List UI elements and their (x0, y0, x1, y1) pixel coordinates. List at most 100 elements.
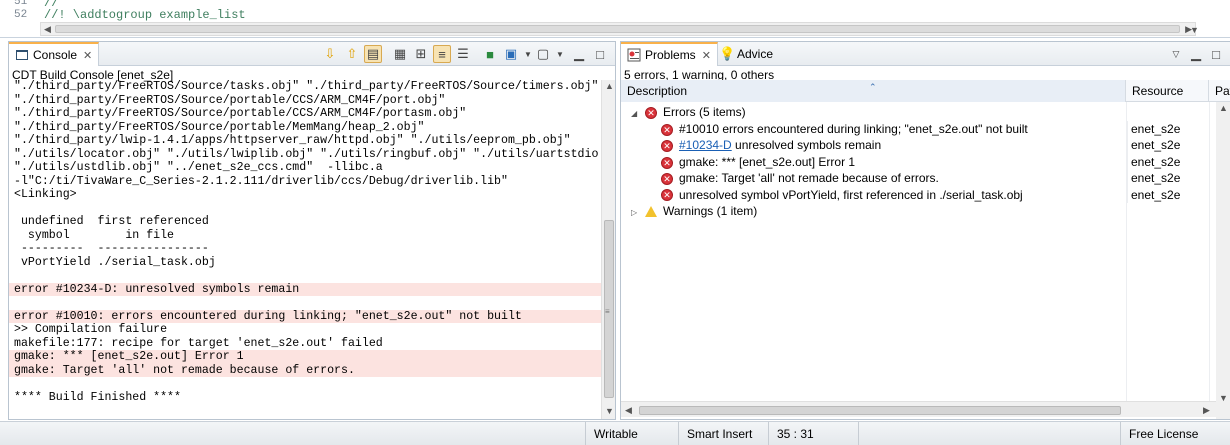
open-console-icon[interactable]: ▢ (534, 45, 552, 63)
maximize-icon[interactable]: □ (1207, 45, 1225, 63)
status-bar: Writable Smart Insert 35 : 31 Free Licen… (0, 421, 1230, 445)
problem-row[interactable]: ✕ unresolved symbol vPortYield, first ref… (621, 186, 1230, 204)
problem-row[interactable]: ✕ #10010 errors encountered during linkin… (621, 121, 1230, 138)
pin-console-icon[interactable]: ☰ (454, 45, 472, 63)
console-vertical-scrollbar[interactable]: ▲ ≡ ▼ (601, 80, 615, 419)
scroll-thumb[interactable] (639, 406, 1121, 415)
problem-row[interactable]: ✕ gmake: Target 'all' not remade because … (621, 170, 1230, 187)
console-line: <Linking> (14, 188, 77, 201)
close-icon[interactable]: ✕ (702, 49, 711, 62)
problems-tabbar: Problems ✕ 💡 Advice ▽ ▁ □ (621, 42, 1230, 66)
tab-advice[interactable]: 💡 Advice (713, 42, 779, 66)
line-number: 51 (14, 0, 28, 8)
scroll-up-icon[interactable]: ▲ (605, 80, 614, 92)
next-error-icon[interactable]: ⇩ (321, 45, 339, 63)
close-icon[interactable]: ✕ (83, 49, 92, 62)
status-writable: Writable (585, 422, 673, 445)
console-line: "./third_party/FreeRTOS/Source/portable/… (14, 120, 425, 134)
line-number: 52 (14, 9, 28, 21)
problems-table[interactable]: ⌃ Description Resource Pat ◢ ✕ Errors (5 i… (621, 80, 1230, 401)
problems-horizontal-scrollbar[interactable]: ◀ ▶ (621, 401, 1217, 417)
problem-description: gmake: Target 'all' not remade because o… (679, 171, 939, 186)
minimize-icon[interactable]: ▁ (570, 45, 588, 63)
problem-description: #10010 errors encountered during linking… (679, 122, 1028, 136)
table-header: ⌃ Description Resource Pat (621, 80, 1230, 102)
copy-build-log-icon[interactable]: ■ (481, 45, 499, 63)
column-header-path[interactable]: Pat (1209, 80, 1230, 102)
code-line[interactable]: //! \addtogroup example_list (44, 8, 246, 22)
error-icon: ✕ (645, 106, 657, 119)
console-line: "./third_party/FreeRTOS/Source/portable/… (14, 93, 446, 107)
clear-console-icon[interactable]: ▦ (391, 45, 409, 63)
error-icon: ✕ (661, 123, 673, 136)
console-line: -l"C:/ti/TivaWare_C_Series-2.1.2.111/dri… (14, 174, 508, 188)
grip-icon: ≡ (605, 307, 610, 316)
tree-group-errors[interactable]: ◢ ✕ Errors (5 items) (621, 104, 1230, 121)
problem-description: gmake: *** [enet_s2e.out] Error 1 (679, 154, 856, 169)
problems-vertical-scrollbar[interactable]: ▲ ▼ (1216, 102, 1230, 419)
problems-view: Problems ✕ 💡 Advice ▽ ▁ □ 5 errors, 1 wa… (620, 41, 1230, 420)
status-spacer (858, 422, 1120, 445)
problem-row[interactable]: ✕ #10234-D unresolved symbols remain enet_… (621, 137, 1230, 154)
view-menu-icon[interactable]: ▽ (1167, 45, 1185, 63)
console-error-line: error #10010: errors encountered during … (9, 309, 601, 323)
console-line: undefined first referenced (14, 215, 209, 228)
console-line: makefile:177: recipe for target 'enet_s2… (14, 336, 383, 350)
scroll-up-icon[interactable]: ▲ (1219, 102, 1228, 114)
minimize-icon[interactable]: ▁ (1187, 45, 1205, 63)
error-icon: ✕ (661, 189, 673, 202)
column-header-resource[interactable]: Resource (1126, 80, 1209, 102)
editor-area[interactable]: 51 // 52 //! \addtogroup example_list ◀ … (0, 0, 1230, 38)
problem-resource: enet_s2e (1127, 170, 1209, 187)
expanded-arrow-icon[interactable]: ◢ (631, 106, 641, 121)
console-error-line: gmake: Target 'all' not remade because o… (9, 363, 601, 377)
error-icon: ✕ (661, 140, 673, 153)
scroll-left-icon[interactable]: ◀ (625, 404, 632, 416)
scroll-right-icon[interactable]: ▶ (1203, 404, 1210, 416)
console-line: symbol in file (14, 228, 175, 242)
tab-console-label: Console (33, 48, 78, 62)
tab-advice-label: Advice (737, 47, 774, 61)
console-tabbar: Console ✕ ⇩ ⇧ ▤ ▦ ⊞ ≡ ☰ ■ ▣ ▼ ▢ ▼ ▁ □ (9, 42, 615, 66)
console-line: vPortYield ./serial_task.obj (14, 255, 216, 269)
chevron-down-icon[interactable]: ▼ (551, 45, 569, 63)
error-code-link[interactable]: #10234-D (679, 138, 732, 152)
scroll-down-icon[interactable]: ▼ (605, 405, 614, 417)
word-wrap-icon[interactable]: ≡ (433, 45, 451, 63)
scroll-lock-icon[interactable]: ⊞ (412, 45, 430, 63)
problem-resource: enet_s2e (1127, 121, 1209, 138)
console-line: "./utils/ustdlib.obj" "../enet_s2e_ccs.c… (14, 161, 383, 174)
column-header-description[interactable]: ⌃ Description (621, 80, 1126, 102)
console-view: Console ✕ ⇩ ⇧ ▤ ▦ ⊞ ≡ ☰ ■ ▣ ▼ ▢ ▼ ▁ □ CD… (8, 41, 616, 420)
tab-problems[interactable]: Problems ✕ (621, 42, 718, 66)
tab-console[interactable]: Console ✕ (9, 42, 100, 66)
editor-horizontal-scrollbar[interactable]: ◀ ▶ (40, 22, 1196, 36)
previous-error-icon[interactable]: ⇧ (343, 45, 361, 63)
scroll-left-icon[interactable]: ◀ (44, 23, 51, 35)
problem-resource: enet_s2e (1127, 153, 1209, 171)
status-license[interactable]: Free License (1120, 422, 1230, 445)
maximize-icon[interactable]: □ (591, 45, 609, 63)
error-icon: ✕ (661, 156, 673, 169)
scroll-down-icon[interactable]: ▼ (1219, 392, 1228, 404)
tree-group-warnings[interactable]: ▷ Warnings (1 item) (621, 203, 1230, 220)
problem-row[interactable]: ✕ gmake: *** [enet_s2e.out] Error 1 enet_s… (621, 153, 1230, 171)
scroll-down-icon[interactable]: ▼ (1190, 24, 1199, 36)
show-console-on-error-icon[interactable]: ▤ (364, 45, 382, 63)
display-console-icon[interactable]: ▣ (502, 45, 520, 63)
lightbulb-icon: 💡 (719, 46, 736, 61)
problem-resource: enet_s2e (1127, 186, 1209, 204)
scroll-thumb[interactable] (55, 25, 1180, 33)
group-label: Warnings (1 item) (663, 204, 758, 218)
status-insert-mode: Smart Insert (678, 422, 768, 445)
status-cursor-position: 35 : 31 (768, 422, 858, 445)
problem-description: unresolved symbols remain (731, 138, 882, 153)
collapsed-arrow-icon[interactable]: ▷ (631, 205, 641, 220)
console-line: >> Compilation failure (14, 323, 168, 336)
warning-icon (645, 206, 657, 218)
console-output[interactable]: "./third_party/FreeRTOS/Source/tasks.obj… (9, 80, 601, 419)
tab-problems-label: Problems (645, 48, 696, 62)
console-line: "./third_party/lwip-1.4.1/apps/httpserve… (14, 134, 571, 147)
